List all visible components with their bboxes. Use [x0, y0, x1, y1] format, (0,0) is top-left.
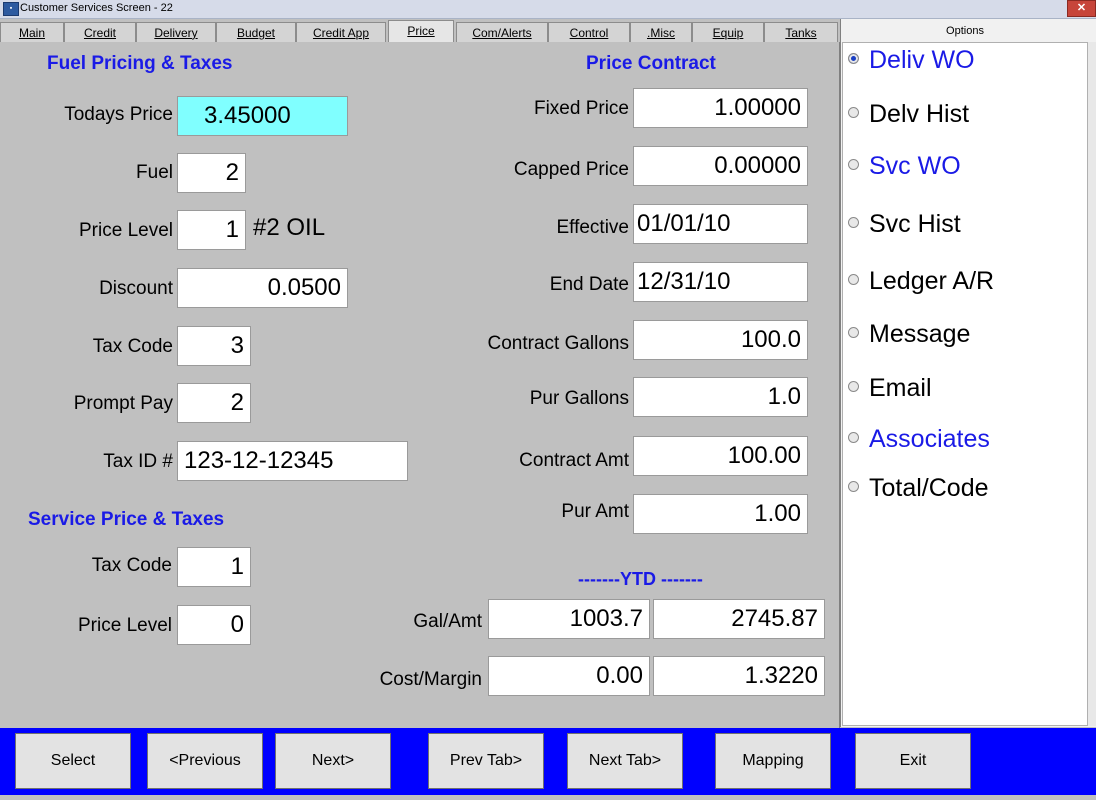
service-price-level-label: Price Level — [78, 615, 172, 636]
price-level-label: Price Level — [79, 220, 173, 241]
effective-label: Effective — [556, 217, 629, 238]
discount-field[interactable]: 0.0500 — [177, 268, 348, 308]
tab-credit-app[interactable]: Credit App — [296, 22, 386, 42]
tab-control[interactable]: Control — [548, 22, 630, 42]
option-email[interactable]: Email — [848, 374, 932, 403]
effective-date-field[interactable]: 01/01/10 — [633, 204, 808, 244]
pur-gallons-label: Pur Gallons — [529, 388, 629, 409]
prompt-pay-field[interactable]: 2 — [177, 383, 251, 423]
radio-icon[interactable] — [848, 106, 859, 118]
close-button[interactable]: ✕ — [1067, 0, 1096, 17]
service-price-level-field[interactable]: 0 — [177, 605, 251, 645]
option-label: Deliv WO — [869, 46, 975, 74]
fixed-price-label: Fixed Price — [533, 98, 629, 119]
gal-amt-label: Gal/Amt — [413, 611, 482, 632]
option-label: Svc WO — [869, 152, 961, 180]
option-label: Associates — [869, 425, 990, 453]
fuel-label: Fuel — [136, 162, 173, 183]
service-tax-code-label: Tax Code — [91, 555, 172, 576]
radio-icon[interactable] — [848, 480, 859, 492]
option-label: Total/Code — [869, 474, 989, 502]
ytd-title: -------YTD ------- — [578, 569, 703, 589]
radio-icon[interactable] — [848, 326, 859, 338]
tab-main[interactable]: Main — [0, 22, 64, 42]
previous-button[interactable]: <Previous — [147, 733, 263, 789]
pur-gallons-field[interactable]: 1.0 — [633, 377, 808, 417]
option-svc-hist[interactable]: Svc Hist — [848, 210, 961, 239]
contract-gallons-field[interactable]: 100.0 — [633, 320, 808, 360]
radio-icon[interactable] — [848, 273, 859, 285]
tab-equip[interactable]: Equip — [692, 22, 764, 42]
end-date-field[interactable]: 12/31/10 — [633, 262, 808, 302]
option-label: Svc Hist — [869, 210, 961, 238]
cost-margin-label: Cost/Margin — [379, 669, 482, 690]
mapping-button[interactable]: Mapping — [715, 733, 831, 789]
radio-icon[interactable] — [848, 380, 859, 392]
tax-id-label: Tax ID # — [103, 451, 173, 472]
service-pricing-title: Service Price & Taxes — [28, 509, 225, 530]
options-scrollbar[interactable] — [1088, 42, 1096, 726]
contract-gallons-label: Contract Gallons — [487, 333, 629, 354]
service-tax-code-field[interactable]: 1 — [177, 547, 251, 587]
tax-id-field[interactable]: 123-12-12345 — [177, 441, 408, 481]
radio-selected-icon[interactable] — [848, 52, 859, 64]
status-strip — [0, 795, 1096, 800]
ytd-amount-field[interactable]: 2745.87 — [653, 599, 825, 639]
capped-price-label: Capped Price — [513, 159, 629, 180]
option-label: Ledger A/R — [869, 267, 995, 295]
tab-credit[interactable]: Credit — [64, 22, 136, 42]
option-svc-wo[interactable]: Svc WO — [848, 152, 961, 181]
tax-code-label: Tax Code — [92, 336, 173, 357]
select-button[interactable]: Select — [15, 733, 131, 789]
options-header: Options — [946, 25, 984, 37]
price-level-description: #2 OIL — [253, 214, 326, 241]
option-label: Email — [869, 374, 932, 402]
fuel-field[interactable]: 2 — [177, 153, 246, 193]
prev-tab-button[interactable]: Prev Tab> — [428, 733, 544, 789]
radio-icon[interactable] — [848, 431, 859, 443]
prompt-pay-label: Prompt Pay — [73, 393, 173, 414]
tab-delivery[interactable]: Delivery — [136, 22, 216, 42]
exit-button[interactable]: Exit — [855, 733, 971, 789]
window-title: Customer Services Screen - 22 — [20, 2, 173, 14]
ytd-cost-field[interactable]: 0.00 — [488, 656, 650, 696]
capped-price-field[interactable]: 0.00000 — [633, 146, 808, 186]
tab-price[interactable]: Price — [388, 20, 454, 43]
option-message[interactable]: Message — [848, 320, 970, 349]
option-deliv-wo[interactable]: Deliv WO — [848, 46, 975, 75]
option-associates[interactable]: Associates — [848, 425, 990, 454]
option-total-code[interactable]: Total/Code — [848, 474, 989, 503]
ytd-gallons-field[interactable]: 1003.7 — [488, 599, 650, 639]
option-delv-hist[interactable]: Delv Hist — [848, 100, 969, 129]
fixed-price-field[interactable]: 1.00000 — [633, 88, 808, 128]
option-label: Message — [869, 320, 971, 348]
contract-amt-label: Contract Amt — [519, 450, 629, 471]
next-button[interactable]: Next> — [275, 733, 391, 789]
price-contract-title: Price Contract — [586, 53, 716, 74]
discount-label: Discount — [99, 278, 173, 299]
radio-icon[interactable] — [848, 216, 859, 228]
next-tab-button[interactable]: Next Tab> — [567, 733, 683, 789]
pur-amt-field[interactable]: 1.00 — [633, 494, 808, 534]
pur-amt-label: Pur Amt — [561, 501, 629, 522]
radio-icon[interactable] — [848, 158, 859, 170]
tab-com-alerts[interactable]: Com/Alerts — [456, 22, 548, 42]
tab-budget[interactable]: Budget — [216, 22, 296, 42]
fuel-pricing-title: Fuel Pricing & Taxes — [47, 53, 233, 74]
tab-tanks[interactable]: Tanks — [764, 22, 838, 42]
app-icon: ▪ — [3, 2, 19, 16]
todays-price-field[interactable]: 3.45000 — [177, 96, 348, 136]
price-level-field[interactable]: 1 — [177, 210, 246, 250]
ytd-margin-field[interactable]: 1.3220 — [653, 656, 825, 696]
tab-misc[interactable]: .Misc — [630, 22, 692, 42]
option-label: Delv Hist — [869, 100, 970, 128]
option-ledger-ar[interactable]: Ledger A/R — [848, 267, 994, 296]
todays-price-label: Todays Price — [64, 104, 173, 125]
contract-amt-field[interactable]: 100.00 — [633, 436, 808, 476]
tax-code-field[interactable]: 3 — [177, 326, 251, 366]
end-date-label: End Date — [549, 274, 629, 295]
